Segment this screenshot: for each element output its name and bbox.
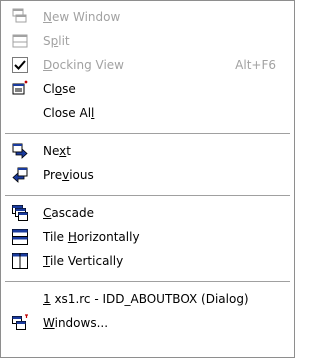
menu-item-label: Tile Vertically: [43, 254, 124, 268]
menu-item-close-all[interactable]: Close All: [1, 101, 294, 125]
menu-separator: [5, 281, 290, 283]
menu-item-label: Close: [43, 82, 76, 96]
menu-item-windows[interactable]: Windows...: [1, 311, 294, 335]
menu-separator: [5, 133, 290, 135]
menu-item-tile-vertically[interactable]: Tile Vertically: [1, 249, 294, 273]
window-menu: New Window Split Docking View Alt+F6 Clo…: [0, 0, 295, 358]
menu-item-open-window-1[interactable]: 1 xs1.rc - IDD_ABOUTBOX (Dialog): [1, 287, 294, 311]
menu-item-label: Tile Horizontally: [43, 230, 140, 244]
menu-item-label: Cascade: [43, 206, 94, 220]
split-icon: [11, 32, 29, 50]
menu-item-label: Previous: [43, 168, 94, 182]
menu-item-split[interactable]: Split: [1, 29, 294, 53]
menu-item-previous[interactable]: Previous: [1, 163, 294, 187]
close-window-icon: [11, 80, 29, 98]
tile-horizontal-icon: [11, 228, 29, 246]
cascade-icon: [11, 204, 29, 222]
menu-item-new-window[interactable]: New Window: [1, 5, 294, 29]
checkmark-icon: [11, 56, 29, 74]
windows-list-icon: [11, 314, 29, 332]
menu-item-label: Close All: [43, 106, 95, 120]
new-window-icon: [11, 8, 29, 26]
menu-item-label: Next: [43, 144, 71, 158]
tile-vertical-icon: [11, 252, 29, 270]
menu-item-label: Split: [43, 34, 70, 48]
menu-item-tile-horizontally[interactable]: Tile Horizontally: [1, 225, 294, 249]
menu-separator: [5, 195, 290, 197]
menu-item-shortcut: Alt+F6: [235, 58, 276, 72]
menu-item-next[interactable]: Next: [1, 139, 294, 163]
menu-item-cascade[interactable]: Cascade: [1, 201, 294, 225]
previous-arrow-icon: [11, 166, 29, 184]
menu-item-docking-view[interactable]: Docking View Alt+F6: [1, 53, 294, 77]
next-arrow-icon: [11, 142, 29, 160]
menu-item-label: New Window: [43, 10, 121, 24]
menu-item-label: Docking View: [43, 58, 124, 72]
menu-item-label: 1 xs1.rc - IDD_ABOUTBOX (Dialog): [43, 292, 249, 306]
menu-item-close[interactable]: Close: [1, 77, 294, 101]
menu-item-label: Windows...: [43, 316, 109, 330]
